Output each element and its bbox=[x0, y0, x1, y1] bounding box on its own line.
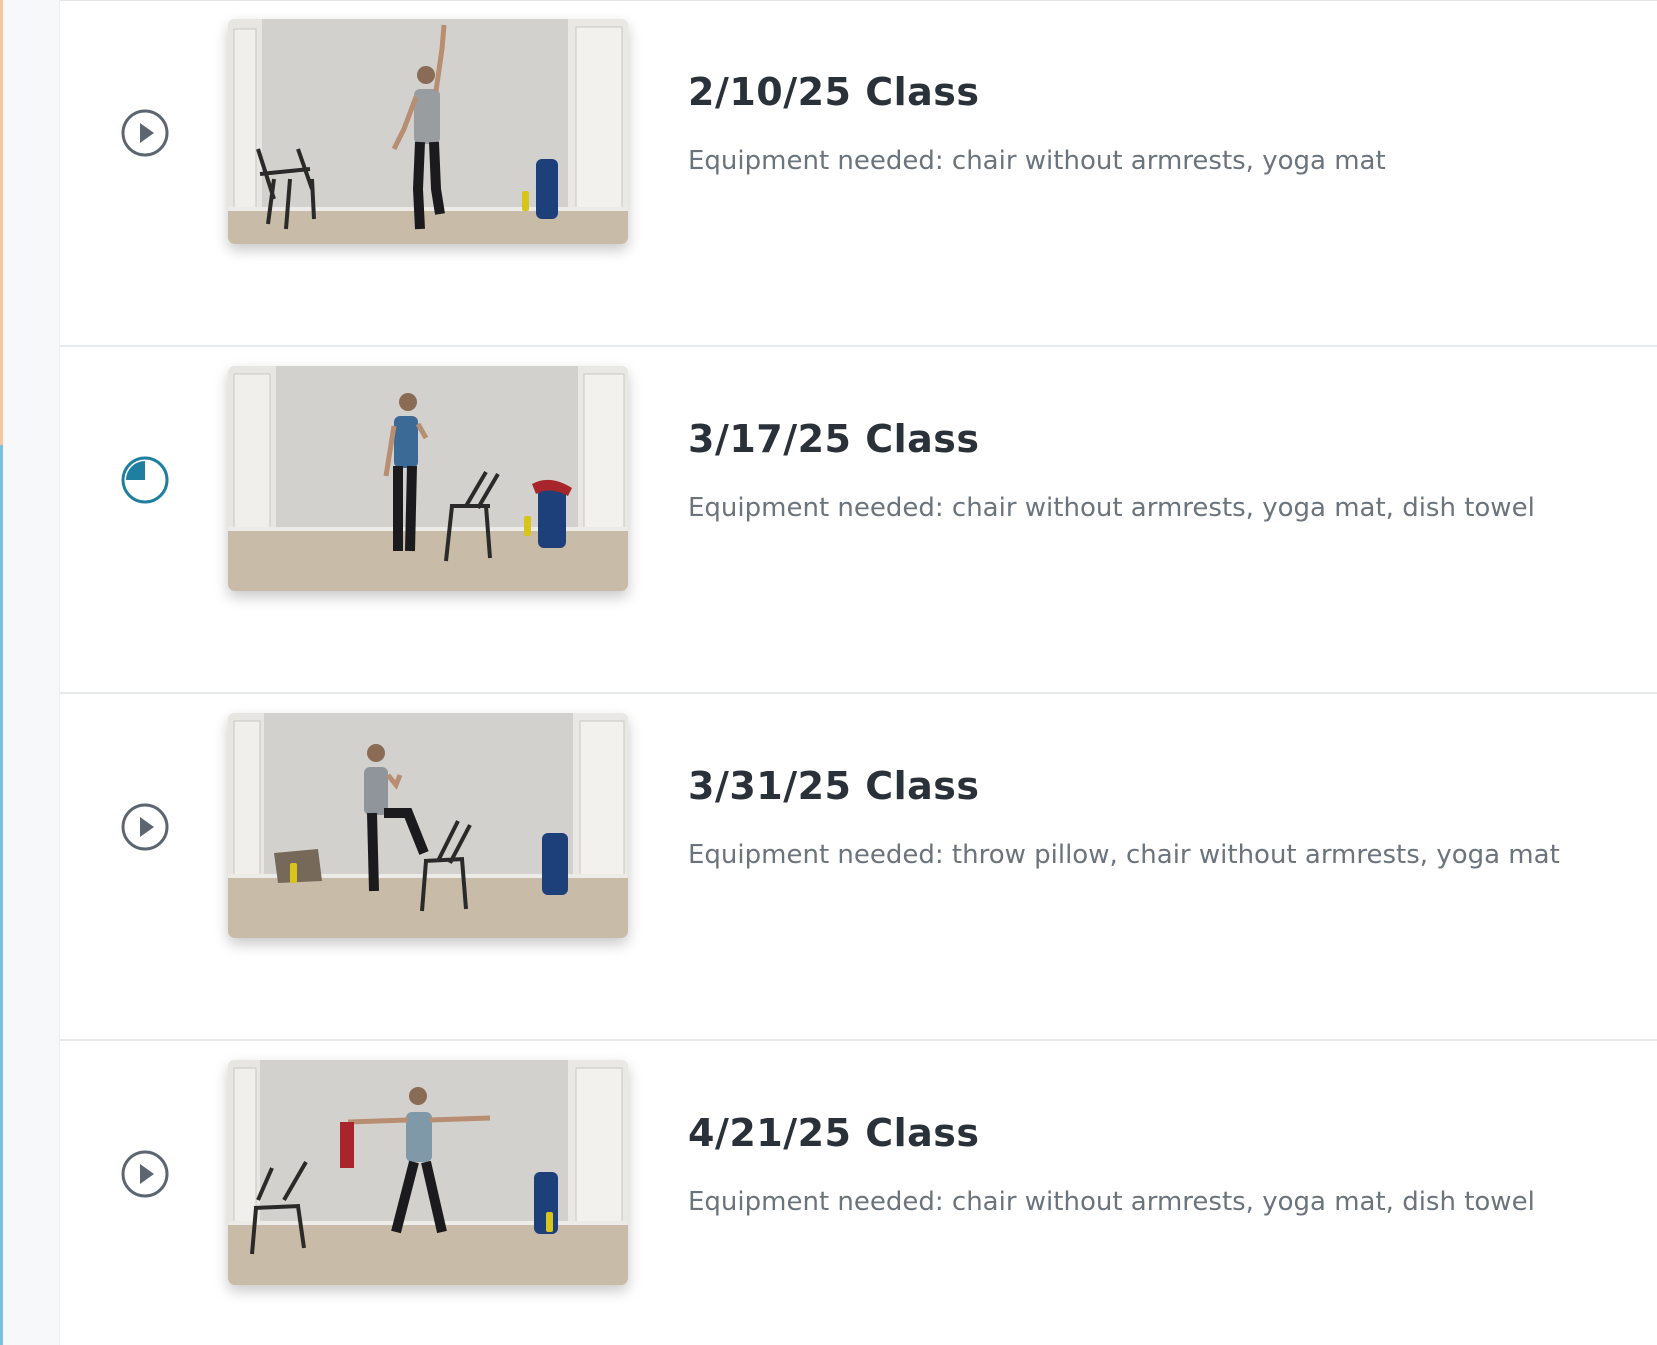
lesson-title[interactable]: 3/31/25 Class bbox=[688, 764, 1648, 810]
play-circle-icon[interactable] bbox=[120, 802, 170, 852]
sidebar-edge bbox=[0, 0, 60, 1345]
class-thumbnail[interactable] bbox=[228, 19, 628, 244]
lesson-description: Equipment needed: chair without armrests… bbox=[688, 492, 1535, 523]
lesson-title[interactable]: 3/17/25 Class bbox=[688, 417, 1648, 463]
lesson-item[interactable]: 3/17/25 Class Equipment needed: chair wi… bbox=[60, 347, 1657, 694]
play-circle-icon[interactable] bbox=[120, 1149, 170, 1199]
lesson-description: Equipment needed: throw pillow, chair wi… bbox=[688, 839, 1560, 870]
lesson-item[interactable]: 2/10/25 Class Equipment needed: chair wi… bbox=[60, 0, 1657, 347]
lesson-text: 2/10/25 Class Equipment needed: chair wi… bbox=[688, 70, 1648, 177]
lesson-text: 3/17/25 Class Equipment needed: chair wi… bbox=[688, 417, 1648, 524]
class-thumbnail[interactable] bbox=[228, 366, 628, 591]
lesson-text: 4/21/25 Class Equipment needed: chair wi… bbox=[688, 1111, 1648, 1218]
lesson-description: Equipment needed: chair without armrests… bbox=[688, 145, 1386, 176]
lesson-item[interactable]: 3/31/25 Class Equipment needed: throw pi… bbox=[60, 694, 1657, 1041]
lesson-title[interactable]: 4/21/25 Class bbox=[688, 1111, 1648, 1157]
sidebar-accent-blue bbox=[0, 445, 3, 1345]
lesson-title[interactable]: 2/10/25 Class bbox=[688, 70, 1648, 116]
play-circle-icon[interactable] bbox=[120, 108, 170, 158]
class-thumbnail[interactable] bbox=[228, 1060, 628, 1285]
lesson-list: 2/10/25 Class Equipment needed: chair wi… bbox=[60, 0, 1657, 1345]
class-thumbnail[interactable] bbox=[228, 713, 628, 938]
lesson-list-page: 2/10/25 Class Equipment needed: chair wi… bbox=[0, 0, 1657, 1345]
progress-circle-icon[interactable] bbox=[120, 455, 170, 505]
lesson-item[interactable]: 4/21/25 Class Equipment needed: chair wi… bbox=[60, 1041, 1657, 1345]
lesson-description: Equipment needed: chair without armrests… bbox=[688, 1186, 1535, 1217]
lesson-text: 3/31/25 Class Equipment needed: throw pi… bbox=[688, 764, 1648, 871]
sidebar-accent-orange bbox=[0, 0, 3, 445]
